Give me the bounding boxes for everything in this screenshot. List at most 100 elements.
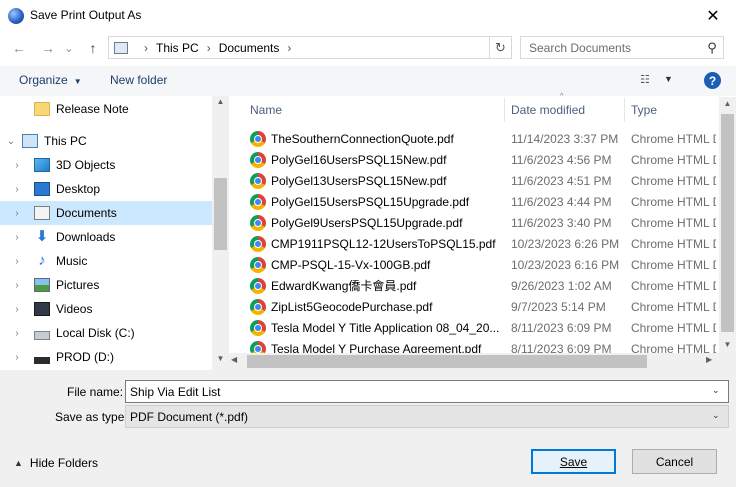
chevron-right-icon[interactable]: › <box>0 280 34 291</box>
chevron-up-icon: ▲ <box>14 458 23 468</box>
recent-locations-button[interactable]: ⌄ <box>62 37 76 59</box>
file-row[interactable]: EdwardKwang僑卡會員.pdf 9/26/2023 1:02 AM Chro… <box>250 275 716 296</box>
forward-button[interactable]: → <box>37 37 59 59</box>
nav-item-label: Documents <box>56 206 117 220</box>
new-folder-button[interactable]: New folder <box>110 73 167 87</box>
desktop-icon <box>34 182 50 196</box>
nav-item-this-pc[interactable]: ⌄ This PC <box>0 129 212 153</box>
nav-scrollbar-thumb[interactable] <box>214 178 227 250</box>
chevron-right-icon[interactable]: › <box>0 160 34 171</box>
file-name: PolyGel13UsersPSQL15New.pdf <box>271 173 447 188</box>
file-row[interactable]: TheSouthernConnectionQuote.pdf 11/14/2023… <box>250 128 716 149</box>
vertical-scrollbar-thumb[interactable] <box>721 114 734 332</box>
file-row[interactable]: ZipList5GeocodePurchase.pdf 9/7/2023 5:14… <box>250 296 716 317</box>
nav-item-videos[interactable]: › Videos <box>0 297 212 321</box>
scroll-down-icon[interactable]: ▼ <box>719 340 736 349</box>
nav-item-pictures[interactable]: › Pictures <box>0 273 212 297</box>
file-date: 9/7/2023 5:14 PM <box>511 299 606 314</box>
nav-item-label: Videos <box>56 302 93 316</box>
chevron-right-icon[interactable]: › <box>0 352 34 363</box>
file-row[interactable]: PolyGel9UsersPSQL15Upgrade.pdf 11/6/2023 … <box>250 212 716 233</box>
column-header-name[interactable]: Name <box>250 97 504 123</box>
file-row[interactable]: CMP1911PSQL12-12UsersToPSQL15.pdf 10/23/2… <box>250 233 716 254</box>
breadcrumb-documents[interactable]: Documents <box>219 41 280 55</box>
file-type: Chrome HTML D <box>631 131 716 146</box>
column-divider[interactable] <box>624 98 625 122</box>
file-row[interactable]: PolyGel16UsersPSQL15New.pdf 11/6/2023 4:5… <box>250 149 716 170</box>
chevron-down-icon[interactable]: ⌄ <box>0 136 22 147</box>
file-date: 11/6/2023 3:40 PM <box>511 215 612 230</box>
column-header-type[interactable]: Type <box>631 97 717 123</box>
view-options-icon[interactable]: ☷ <box>640 74 656 86</box>
nav-item-label: This PC <box>44 134 87 148</box>
nav-item-music[interactable]: › ♪ Music <box>0 249 212 273</box>
breadcrumb: › This PC › Documents › <box>110 36 299 59</box>
pc-icon <box>114 41 128 54</box>
nav-item-release-note[interactable]: Release Note <box>0 97 212 121</box>
save-button[interactable]: Save <box>531 449 616 474</box>
up-button[interactable]: ↑ <box>82 37 104 59</box>
file-name: Tesla Model Y Title Application 08_04_20… <box>271 320 500 335</box>
file-name-input[interactable]: Ship Via Edit List <box>125 380 729 403</box>
3d-objects-icon <box>34 158 50 172</box>
breadcrumb-separator-icon: › <box>144 40 148 55</box>
chrome-pdf-icon <box>250 151 266 168</box>
column-divider[interactable] <box>504 98 505 122</box>
back-arrow-icon: ← <box>12 40 26 56</box>
nav-item-label: PROD (D:) <box>56 350 114 364</box>
scroll-up-icon[interactable]: ▲ <box>719 99 736 108</box>
back-button[interactable]: ← <box>8 37 30 59</box>
nav-item-desktop[interactable]: › Desktop <box>0 177 212 201</box>
file-row[interactable]: PolyGel13UsersPSQL15New.pdf 11/6/2023 4:5… <box>250 170 716 191</box>
horizontal-scrollbar-thumb[interactable] <box>247 355 647 368</box>
nav-item-local-disk-c[interactable]: › Local Disk (C:) <box>0 321 212 345</box>
window-title: Save Print Output As <box>30 8 142 22</box>
file-type: Chrome HTML D <box>631 299 716 314</box>
chrome-pdf-icon <box>250 277 266 294</box>
file-date: 8/11/2023 6:09 PM <box>511 320 612 335</box>
file-row[interactable]: PolyGel15UsersPSQL15Upgrade.pdf 11/6/2023… <box>250 191 716 212</box>
cancel-button[interactable]: Cancel <box>632 449 717 474</box>
view-dropdown-arrow-icon[interactable]: ▼ <box>664 74 673 84</box>
file-name-dropdown-icon[interactable]: ⌄ <box>712 385 720 396</box>
chevron-right-icon[interactable]: › <box>0 208 34 219</box>
chevron-right-icon[interactable]: › <box>0 304 34 315</box>
organize-button[interactable]: Organize ▼ <box>19 73 82 87</box>
chevron-right-icon[interactable]: › <box>0 232 34 243</box>
file-row[interactable]: Tesla Model Y Title Application 08_04_20… <box>250 317 716 338</box>
file-type: Chrome HTML D <box>631 152 716 167</box>
column-header-date[interactable]: Date modified <box>511 97 623 123</box>
file-type: Chrome HTML D <box>631 194 716 209</box>
refresh-button[interactable]: ↻ <box>490 36 512 59</box>
file-type: Chrome HTML D <box>631 257 716 272</box>
breadcrumb-this-pc[interactable]: This PC <box>156 41 199 55</box>
chrome-pdf-icon <box>250 256 266 273</box>
nav-item-prod-d[interactable]: › PROD (D:) <box>0 345 212 369</box>
file-type: Chrome HTML D <box>631 278 716 293</box>
search-input[interactable]: Search Documents ⚲ <box>520 36 724 59</box>
chevron-right-icon[interactable]: › <box>0 256 34 267</box>
close-button[interactable]: ✕ <box>690 0 736 31</box>
hide-folders-button[interactable]: ▲ Hide Folders <box>14 456 98 470</box>
scroll-right-icon[interactable]: ▶ <box>706 355 712 364</box>
file-name: ZipList5GeocodePurchase.pdf <box>271 299 433 314</box>
nav-item-downloads[interactable]: › ⬇ Downloads <box>0 225 212 249</box>
folder-icon <box>34 102 50 116</box>
help-icon[interactable]: ? <box>704 72 721 89</box>
search-icon: ⚲ <box>707 39 717 55</box>
nav-item-3d-objects[interactable]: › 3D Objects <box>0 153 212 177</box>
close-icon: ✕ <box>706 7 720 25</box>
scroll-up-icon[interactable]: ▲ <box>212 97 229 109</box>
save-as-type-dropdown-icon[interactable]: ⌄ <box>712 410 720 421</box>
scroll-left-icon[interactable]: ◀ <box>231 355 237 364</box>
file-row[interactable]: CMP-PSQL-15-Vx-100GB.pdf 10/23/2023 6:16 … <box>250 254 716 275</box>
nav-item-label: Release Note <box>56 102 129 116</box>
chevron-right-icon[interactable]: › <box>0 184 34 195</box>
save-as-type-select[interactable]: PDF Document (*.pdf) <box>125 405 729 428</box>
chevron-right-icon[interactable]: › <box>0 328 34 339</box>
nav-item-documents[interactable]: › Documents <box>0 201 212 225</box>
scroll-down-icon[interactable]: ▼ <box>212 354 229 366</box>
nav-item-label: Local Disk (C:) <box>56 326 135 340</box>
nav-item-label: 3D Objects <box>56 158 116 172</box>
file-type: Chrome HTML D <box>631 215 716 230</box>
